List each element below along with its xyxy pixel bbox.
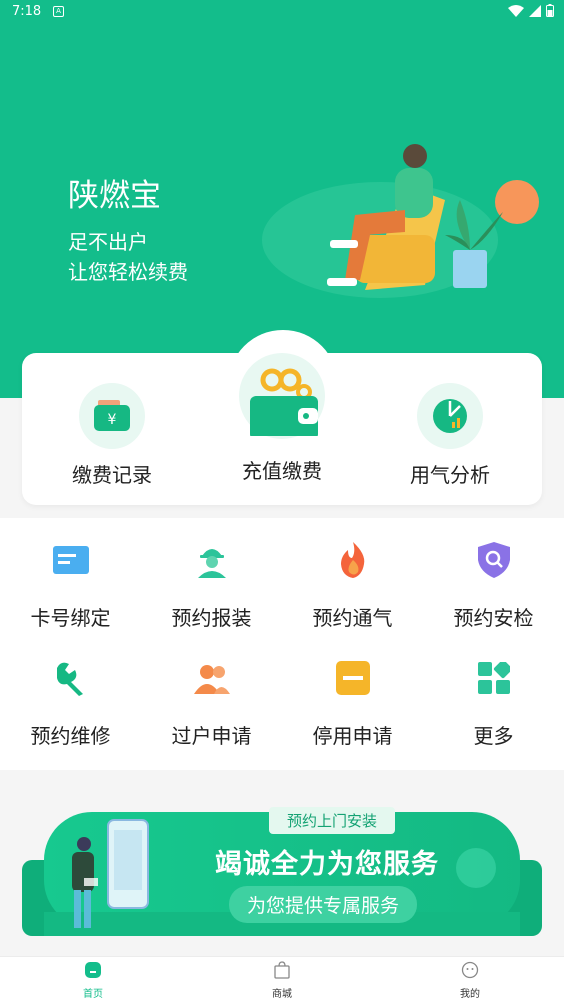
quick-action-label: 缴费记录 [72,463,152,487]
service-safety-check[interactable]: 预约安检 [423,540,564,631]
hero-subtitle-line2: 让您轻松续费 [68,260,188,284]
service-label: 停用申请 [312,724,393,748]
quick-action-payment-records[interactable]: ¥ 缴费记录 [42,383,182,488]
profile-icon [461,961,479,979]
service-label: 卡号绑定 [30,606,111,630]
grid-more-icon [423,658,564,698]
tab-mall[interactable]: 商城 [242,961,322,1000]
stop-minus-icon [282,658,423,698]
service-label: 更多 [473,724,514,748]
svg-text:¥: ¥ [108,412,117,428]
bottom-tab-bar: 首页 商城 我的 [0,956,564,1005]
service-card-binding[interactable]: 卡号绑定 [0,540,141,631]
signal-icon [529,4,541,17]
wallet-yen-icon: ¥ [79,383,145,449]
tab-label: 商城 [272,989,292,1000]
service-label: 预约通气 [312,606,393,630]
transfer-users-icon [141,658,282,698]
wifi-icon [508,4,524,17]
wallet-coins-icon [239,353,325,439]
card-icon [0,540,141,580]
wrench-icon [0,658,141,698]
status-icons [508,4,554,17]
status-bar: 7:18 A [0,0,564,24]
battery-icon [546,4,554,17]
quick-action-label: 充值缴费 [242,459,322,483]
tab-profile[interactable]: 我的 [430,961,510,1000]
service-label: 预约报装 [171,606,252,630]
quick-action-label: 用气分析 [410,463,490,487]
notification-icon: A [53,6,64,17]
quick-action-recharge[interactable]: 充值缴费 [212,353,352,484]
hero-subtitle-line1: 足不出户 [68,230,148,254]
worker-icon [141,540,282,580]
tab-label: 首页 [83,989,103,1000]
flame-icon [282,540,423,580]
service-installation[interactable]: 预约报装 [141,540,282,631]
service-label: 过户申请 [171,724,252,748]
service-label: 预约维修 [30,724,111,748]
service-more[interactable]: 更多 [423,658,564,749]
banner-subline: 为您提供专属服务 [229,886,418,923]
status-time: 7:18 [12,4,42,19]
tab-label: 我的 [460,989,480,1000]
service-stop[interactable]: 停用申请 [282,658,423,749]
home-icon [85,962,101,978]
service-label: 预约安检 [453,606,534,630]
pie-chart-icon [417,383,483,449]
banner-headline: 竭诚全力为您服务 [215,849,439,880]
hero-illustration [262,144,539,298]
quick-action-gas-analysis[interactable]: 用气分析 [380,383,520,488]
service-transfer[interactable]: 过户申请 [141,658,282,749]
banner-tag: 预约上门安装 [269,807,396,834]
app-title: 陕燃宝 [68,178,161,214]
shopping-bag-icon [274,961,290,979]
service-repair[interactable]: 预约维修 [0,658,141,749]
promo-banner[interactable]: 预约上门安装 竭诚全力为您服务 为您提供专属服务 [22,800,542,940]
tab-home[interactable]: 首页 [53,961,133,1000]
shield-search-icon [423,540,564,580]
service-gas-activation[interactable]: 预约通气 [282,540,423,631]
